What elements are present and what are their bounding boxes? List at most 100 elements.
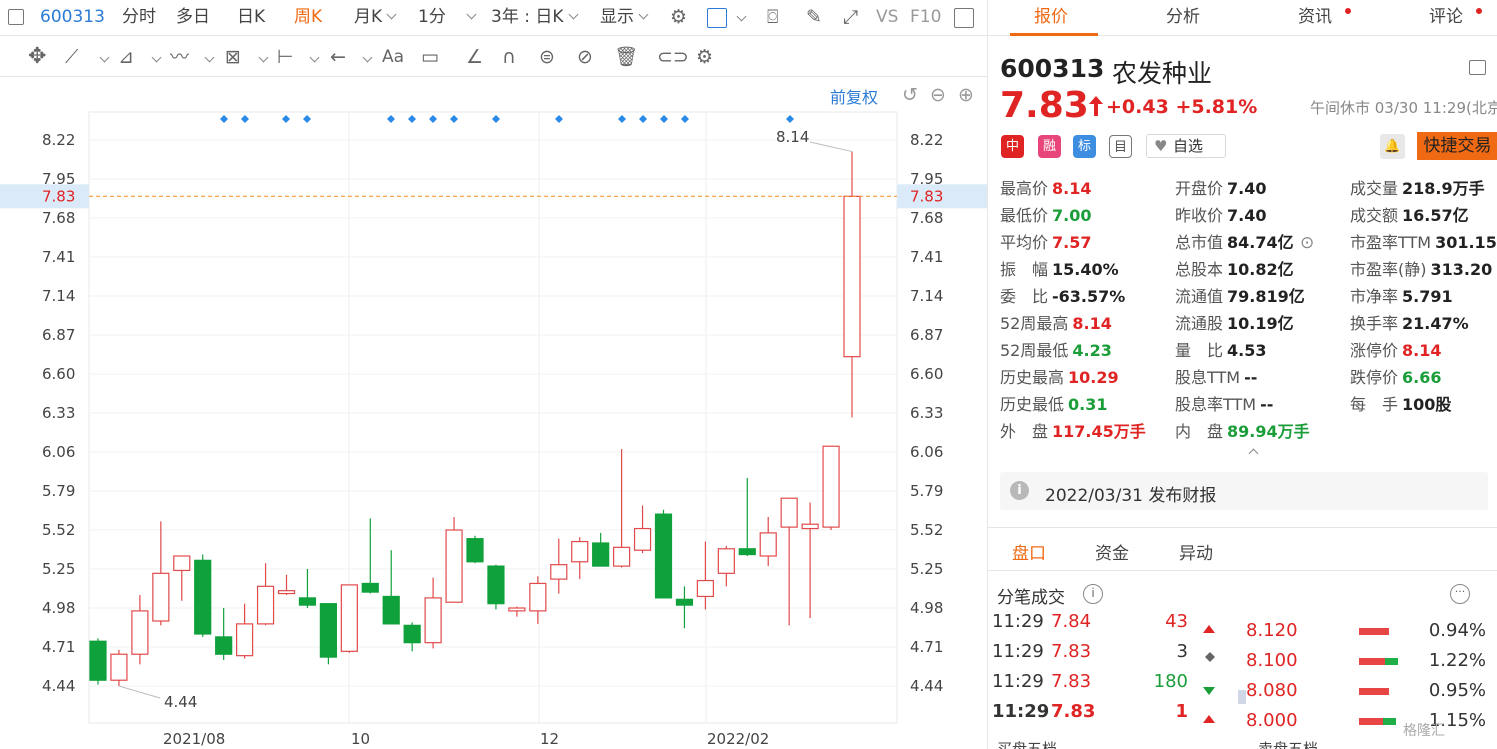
quote-item: 开盘价 7.40 [1175, 179, 1267, 199]
y-tick-label-right: 7.68 [910, 209, 943, 227]
chevron-down-icon[interactable] [99, 52, 110, 63]
finance-notice[interactable]: i 2022/03/31 发布财报 [1000, 472, 1488, 510]
move-icon[interactable]: ✥ [28, 46, 46, 68]
fullscreen-icon[interactable]: ⤢ [843, 6, 858, 28]
tab-quote[interactable]: 报价 [1034, 6, 1068, 28]
quote-value: 10.19亿 [1227, 314, 1294, 333]
max-annotation-label: 8.14 [776, 128, 809, 146]
adjust-mode[interactable]: 前复权 [830, 84, 878, 108]
tab-analysis[interactable]: 分析 [1166, 6, 1200, 28]
panel-toggle-icon[interactable] [954, 8, 974, 28]
period-weekly-k[interactable]: 周K [294, 6, 322, 28]
candle-body [256, 585, 275, 625]
candle-body [466, 538, 484, 563]
sidebar-toggle-icon[interactable] [8, 9, 24, 25]
chevron-down-icon[interactable] [736, 11, 747, 22]
quote-label: 股息率TTM [1175, 395, 1257, 414]
info-icon[interactable]: i [1083, 584, 1103, 604]
quote-value: 10.82亿 [1227, 260, 1294, 279]
arrow-tool-icon[interactable]: ← [330, 46, 346, 68]
stock-name: 农发种业 [1112, 59, 1213, 88]
fib-tool-icon[interactable]: ⊠ [225, 46, 241, 68]
period-intraday[interactable]: 分时 [122, 6, 156, 28]
quote-item: 最低价 7.00 [1000, 206, 1092, 226]
candle-body [424, 597, 442, 644]
chevron-down-icon [386, 9, 397, 20]
tab-news[interactable]: 资讯 [1298, 6, 1332, 28]
kline-chart[interactable]: 8.22 8.22 7.95 7.95 7.68 7.68 7.41 7.41 7.14 7.14… [0, 78, 987, 749]
measure-tool-icon[interactable]: ⊢ [277, 46, 294, 68]
add-watchlist-button[interactable]: ♥ 自选 [1146, 134, 1226, 158]
candle-body [738, 548, 756, 556]
chevron-down-icon[interactable] [309, 52, 320, 63]
quote-label: 历史最低 [1000, 395, 1065, 414]
heart-icon: ♥ [1154, 137, 1168, 155]
zoom-out-icon[interactable]: ⊖ [930, 84, 946, 106]
link-icon[interactable]: ⊂⊃ [657, 46, 689, 68]
tab-orderbook[interactable]: 盘口 [1012, 539, 1046, 564]
period-minute[interactable]: 1分 [418, 6, 477, 28]
sub-tabs: 盘口 资金 异动 [988, 527, 1497, 571]
scrollbar-thumb[interactable] [1238, 690, 1246, 704]
x-axis-label: 12 [540, 730, 559, 748]
quote-item: 最高价 8.14 [1000, 179, 1092, 199]
color-square-icon[interactable] [707, 8, 727, 28]
more-icon[interactable]: ⊙ [1300, 232, 1314, 254]
depth-price: 8.080 [1246, 680, 1298, 701]
comment-tool-icon[interactable]: ▭ [421, 46, 439, 68]
zoom-in-icon[interactable]: ⊕ [958, 84, 974, 106]
gear-icon[interactable]: ⚙ [696, 46, 713, 68]
wave-tool-icon[interactable]: 〰 [170, 46, 189, 68]
y-tick-label-left: 6.60 [42, 365, 75, 383]
period-monthly-k[interactable]: 月K [354, 6, 397, 28]
quick-trade-button[interactable]: 快捷交易 [1417, 132, 1497, 160]
candle-body [675, 598, 694, 606]
bell-icon[interactable]: 🔔 [1380, 134, 1405, 159]
menu-icon[interactable] [1469, 60, 1486, 75]
hide-drawing-icon[interactable]: ⊘ [577, 46, 593, 68]
eraser-tool-icon[interactable]: ∠ [466, 46, 483, 68]
tab-comments[interactable]: 评论 [1429, 6, 1463, 28]
sell-five-label[interactable]: 卖盘五档 [1258, 738, 1318, 749]
trash-icon[interactable]: 🗑 [614, 46, 638, 68]
chevron-up-icon[interactable] [1248, 448, 1259, 459]
tag-icon[interactable]: 标 [1073, 135, 1096, 158]
chevron-down-icon[interactable] [204, 52, 215, 63]
finance-notice-text: 2022/03/31 发布财报 [1045, 486, 1217, 506]
y-tick-label-right: 5.52 [910, 521, 943, 539]
chevron-down-icon[interactable] [258, 52, 269, 63]
undo-icon[interactable]: ↺ [902, 84, 918, 106]
range-select[interactable]: 3年 : 日K [491, 6, 578, 28]
camera-icon[interactable]: ⌼ [767, 6, 778, 28]
margin-icon[interactable]: 融 [1038, 135, 1061, 158]
f10-button[interactable]: F10 [910, 6, 941, 28]
text-tool-icon[interactable]: Aa [382, 46, 404, 68]
event-marker [408, 115, 416, 123]
period-multi-day[interactable]: 多日 [176, 6, 210, 28]
lock-drawing-icon[interactable]: ⊜ [539, 46, 555, 68]
tab-movement[interactable]: 异动 [1179, 539, 1213, 564]
buy-five-label[interactable]: 买盘五档 [997, 738, 1057, 749]
quote-value: 4.23 [1072, 341, 1112, 360]
y-tick-label-left: 4.44 [42, 677, 75, 695]
channel-tool-icon[interactable]: ⊿ [118, 46, 134, 68]
depth-bar-red [1359, 628, 1389, 635]
chevron-down-icon[interactable] [151, 52, 162, 63]
gear-icon[interactable]: ⚙ [670, 6, 687, 28]
toolbar-stock-code[interactable]: 600313 [40, 6, 105, 28]
document-icon[interactable]: 目 [1109, 135, 1132, 158]
pencil-icon[interactable]: ✎ [806, 6, 822, 28]
period-daily-k[interactable]: 日K [237, 6, 265, 28]
display-menu[interactable]: 显示 [600, 6, 649, 28]
line-tool-icon[interactable]: ⟋ [65, 46, 78, 68]
depth-bar-red [1359, 718, 1383, 725]
vs-button[interactable]: VS [876, 6, 898, 28]
magnet-icon[interactable]: ∩ [502, 46, 516, 68]
china-flag-icon[interactable]: 中 [1001, 135, 1024, 158]
quote-value: 218.9万手 [1402, 179, 1485, 198]
tab-capital[interactable]: 资金 [1095, 539, 1129, 564]
more-icon[interactable]: ··· [1450, 584, 1470, 604]
chevron-down-icon[interactable] [362, 52, 373, 63]
quote-value: 7.57 [1052, 233, 1092, 252]
kline-chart-svg[interactable]: 8.22 8.227.95 7.957.68 7.687.41 7.417.14 7.14… [0, 78, 987, 749]
